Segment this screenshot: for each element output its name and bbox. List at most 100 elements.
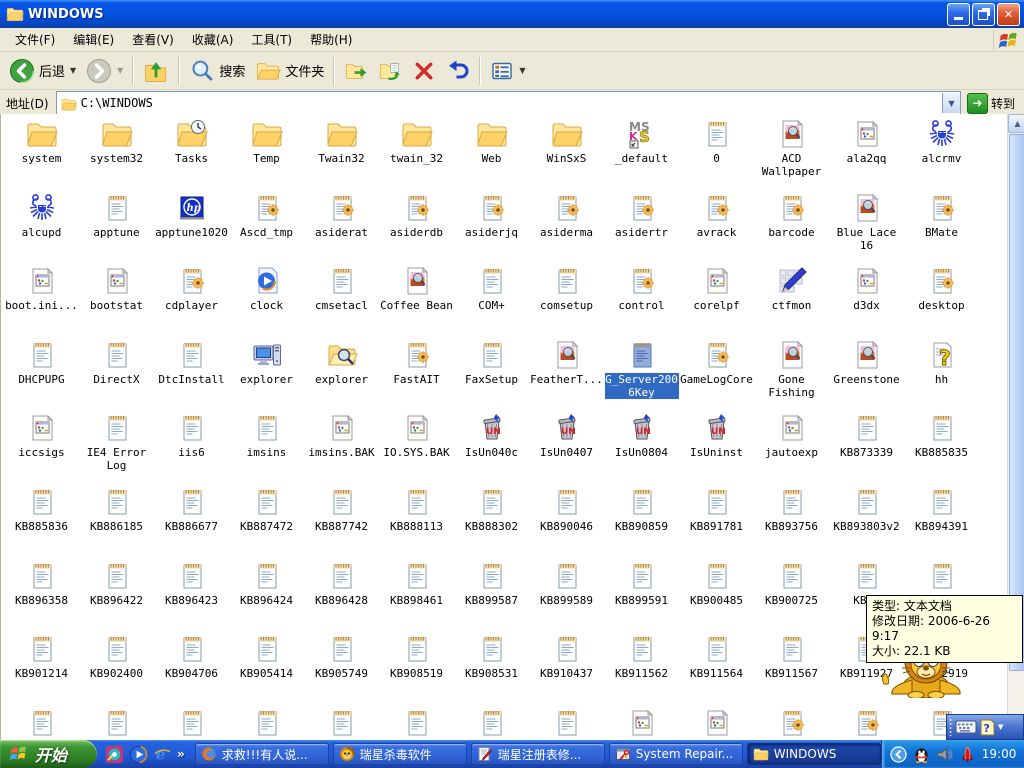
- file-item[interactable]: KB898461: [379, 560, 454, 634]
- views-dropdown-icon[interactable]: ▼: [519, 66, 525, 75]
- file-item[interactable]: UNIsUn0804: [604, 412, 679, 486]
- file-item[interactable]: Gone Fishing: [754, 339, 829, 413]
- file-item[interactable]: KB886185: [79, 486, 154, 560]
- minimize-button[interactable]: [947, 3, 970, 26]
- file-item[interactable]: iis6: [154, 412, 229, 486]
- collapse-chevron-icon[interactable]: [890, 746, 907, 763]
- task-button[interactable]: WINDOWS: [747, 743, 881, 765]
- file-item[interactable]: KB904706: [154, 633, 229, 707]
- file-item[interactable]: Twain32: [304, 118, 379, 192]
- menu-item-file[interactable]: 文件(F): [6, 28, 64, 51]
- file-item[interactable]: Ascd_tmp: [229, 192, 304, 266]
- acdsee-icon[interactable]: [105, 745, 124, 764]
- file-item[interactable]: Blue Lace 16: [829, 192, 904, 266]
- file-item[interactable]: cdplayer: [154, 265, 229, 339]
- file-item[interactable]: Greenstone: [829, 339, 904, 413]
- file-item[interactable]: KB902400: [79, 633, 154, 707]
- delete-button[interactable]: [407, 57, 441, 85]
- file-item[interactable]: [679, 707, 754, 740]
- file-item[interactable]: clock: [229, 265, 304, 339]
- copy-to-button[interactable]: [373, 57, 407, 85]
- file-item[interactable]: asiderdb: [379, 192, 454, 266]
- file-item[interactable]: ?hh: [904, 339, 979, 413]
- langbar-options-icon[interactable]: ▼: [998, 723, 1003, 731]
- file-item[interactable]: MSSK_default: [604, 118, 679, 192]
- task-button[interactable]: 瑞星杀毒软件: [333, 743, 467, 765]
- address-dropdown-button[interactable]: ▼: [942, 93, 960, 113]
- up-button[interactable]: [138, 56, 174, 86]
- file-item[interactable]: [304, 707, 379, 740]
- file-item[interactable]: KB891781: [679, 486, 754, 560]
- move-to-button[interactable]: [339, 57, 373, 85]
- file-item[interactable]: bootstat: [79, 265, 154, 339]
- volume-icon[interactable]: [936, 746, 953, 763]
- file-item[interactable]: [529, 707, 604, 740]
- file-item[interactable]: KB910437: [529, 633, 604, 707]
- file-item[interactable]: COM+: [454, 265, 529, 339]
- go-button[interactable]: ➜ 转到: [961, 93, 1021, 114]
- file-item[interactable]: alcrmv: [904, 118, 979, 192]
- file-item[interactable]: asidertr: [604, 192, 679, 266]
- file-item[interactable]: G_Server2006Key: [604, 339, 679, 413]
- file-item[interactable]: 0: [679, 118, 754, 192]
- file-item[interactable]: corelpf: [679, 265, 754, 339]
- file-item[interactable]: KB908531: [454, 633, 529, 707]
- scrollbar-thumb[interactable]: [1009, 134, 1024, 671]
- file-item[interactable]: desktop: [904, 265, 979, 339]
- file-item[interactable]: [4, 707, 79, 740]
- file-item[interactable]: KB885836: [4, 486, 79, 560]
- address-input[interactable]: C:\WINDOWS ▼: [56, 91, 961, 115]
- file-item[interactable]: Temp: [229, 118, 304, 192]
- qq-icon[interactable]: [913, 746, 930, 763]
- file-item[interactable]: KB893756: [754, 486, 829, 560]
- file-item[interactable]: [379, 707, 454, 740]
- file-item[interactable]: KB893803v2: [829, 486, 904, 560]
- file-item[interactable]: IE4 Error Log: [79, 412, 154, 486]
- media-player-icon[interactable]: [129, 745, 148, 764]
- file-item[interactable]: KB905414: [229, 633, 304, 707]
- file-item[interactable]: explorer: [229, 339, 304, 413]
- keyboard-icon[interactable]: [955, 719, 977, 735]
- file-item[interactable]: d3dx: [829, 265, 904, 339]
- language-bar[interactable]: ? ▼: [946, 714, 1024, 740]
- file-item[interactable]: [154, 707, 229, 740]
- file-item[interactable]: KB911562: [604, 633, 679, 707]
- file-item[interactable]: KB896423: [154, 560, 229, 634]
- file-item[interactable]: [79, 707, 154, 740]
- back-dropdown-icon[interactable]: ▼: [70, 66, 76, 75]
- forward-dropdown-icon[interactable]: ▼: [117, 66, 123, 75]
- file-item[interactable]: imsins.BAK: [304, 412, 379, 486]
- file-item[interactable]: system32: [79, 118, 154, 192]
- file-item[interactable]: control: [604, 265, 679, 339]
- back-button[interactable]: 后退 ▼: [4, 56, 81, 86]
- file-item[interactable]: KB896424: [229, 560, 304, 634]
- internet-explorer-icon[interactable]: e: [153, 745, 172, 764]
- file-item[interactable]: KB899587: [454, 560, 529, 634]
- folders-button[interactable]: 文件夹: [250, 56, 329, 86]
- file-item[interactable]: [754, 707, 829, 740]
- file-item[interactable]: iccsigs: [4, 412, 79, 486]
- file-item[interactable]: boot.ini...: [4, 265, 79, 339]
- file-item[interactable]: avrack: [679, 192, 754, 266]
- file-item[interactable]: DHCPUPG: [4, 339, 79, 413]
- file-item[interactable]: KB899591: [604, 560, 679, 634]
- file-item[interactable]: KB911567: [754, 633, 829, 707]
- file-item[interactable]: KB905749: [304, 633, 379, 707]
- views-button[interactable]: ▼: [485, 57, 530, 85]
- start-button[interactable]: 开始: [0, 740, 97, 768]
- title-bar[interactable]: WINDOWS ✕: [0, 0, 1024, 28]
- restore-button[interactable]: [972, 3, 995, 26]
- menu-item-favorites[interactable]: 收藏(A): [183, 28, 243, 51]
- scroll-up-button[interactable]: ▲: [1008, 114, 1024, 133]
- file-item[interactable]: DtcInstall: [154, 339, 229, 413]
- file-item[interactable]: UNIsUn0407: [529, 412, 604, 486]
- file-item[interactable]: apptune: [79, 192, 154, 266]
- file-item[interactable]: KB896428: [304, 560, 379, 634]
- file-item[interactable]: KB890859: [604, 486, 679, 560]
- rising-alert-icon[interactable]: [959, 746, 976, 763]
- menu-item-view[interactable]: 查看(V): [123, 28, 183, 51]
- file-item[interactable]: asiderat: [304, 192, 379, 266]
- forward-button[interactable]: ▼: [81, 56, 128, 86]
- file-item[interactable]: system: [4, 118, 79, 192]
- file-item[interactable]: KB900725: [754, 560, 829, 634]
